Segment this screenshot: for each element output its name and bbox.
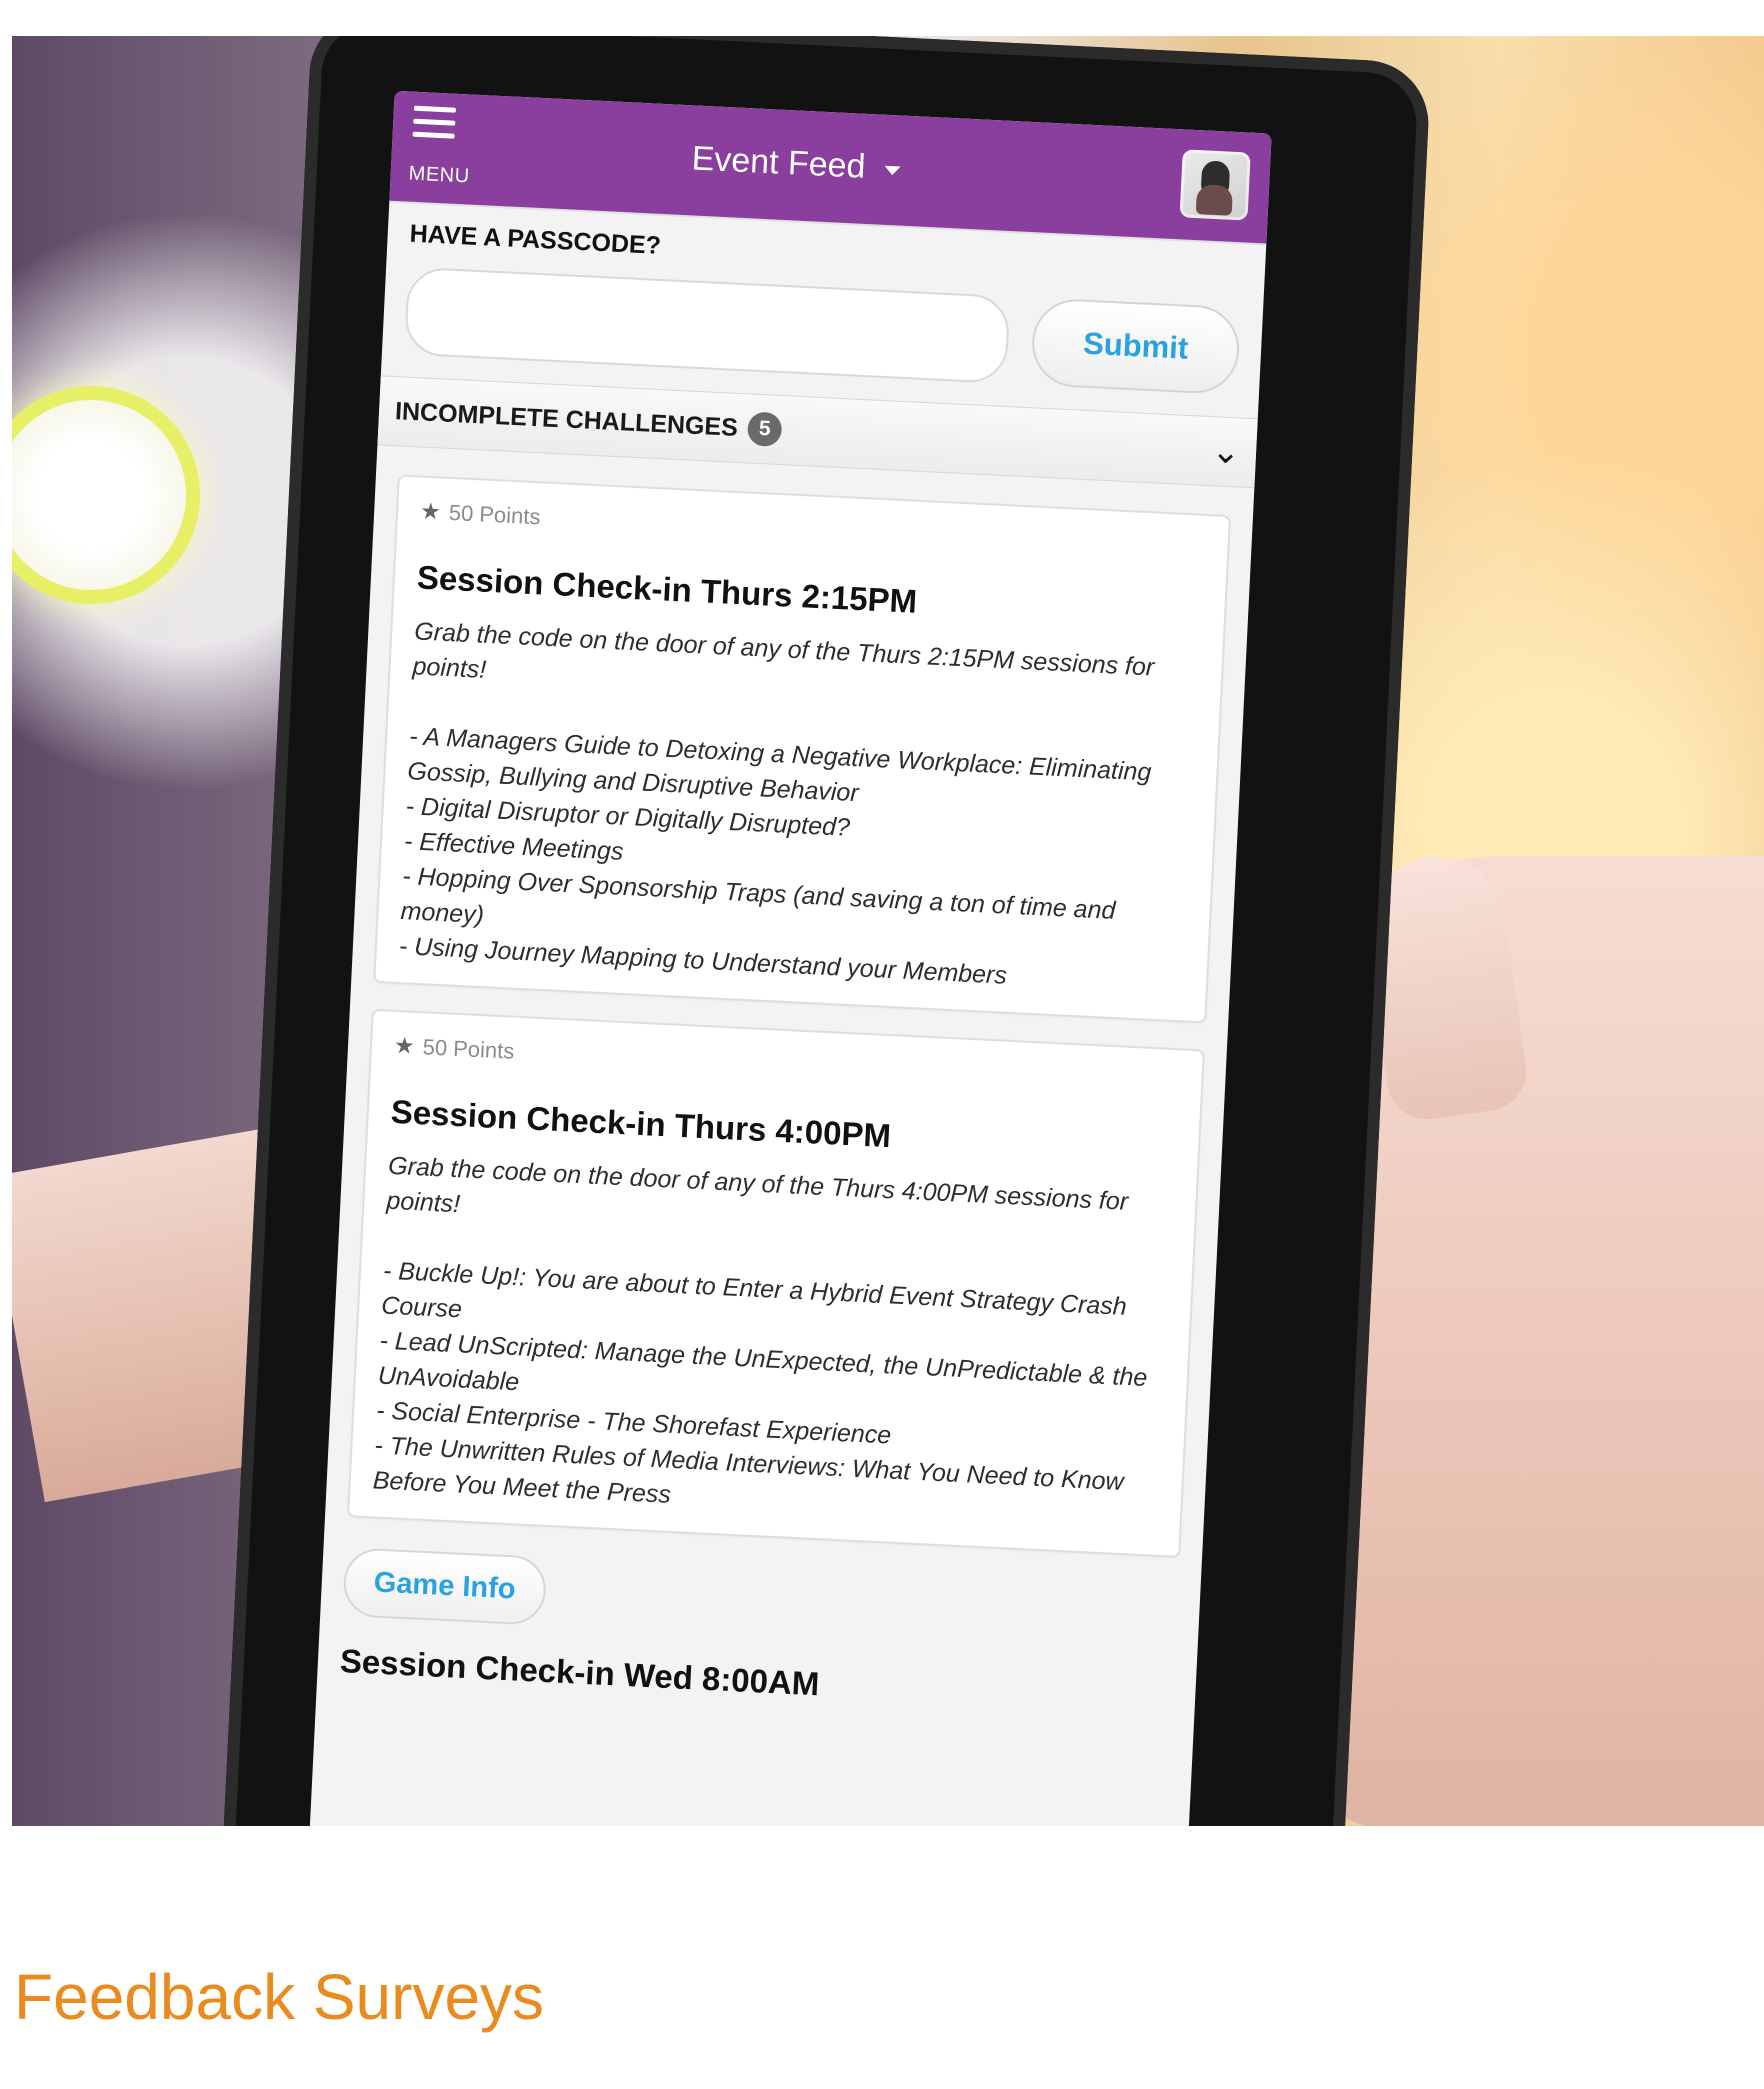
points-row: ★ 50 Points <box>393 1032 1179 1097</box>
next-challenge-title: Session Check-in Wed 8:00AM <box>339 1641 821 1703</box>
menu-label: MENU <box>408 162 471 188</box>
game-info-button[interactable]: Game Info <box>342 1547 548 1626</box>
event-feed-dropdown[interactable]: Event Feed <box>691 139 902 188</box>
hero-photo: MENU Event Feed HAVE A PASSCODE? Submit … <box>12 36 1764 1826</box>
section-caption: Feedback Surveys <box>14 1961 545 2033</box>
bokeh-light <box>12 386 200 604</box>
incomplete-challenges-header[interactable]: INCOMPLETE CHALLENGES 5 ⌄ <box>377 375 1258 489</box>
avatar[interactable] <box>1179 149 1251 221</box>
challenge-description: Grab the code on the door of any of the … <box>398 617 1155 990</box>
challenge-card: ★ 50 Points Session Check-in Thurs 2:15P… <box>373 474 1232 1024</box>
star-icon: ★ <box>419 497 442 525</box>
menu-icon-line <box>412 131 455 139</box>
challenges-count-badge: 5 <box>746 411 783 448</box>
incomplete-challenges-label: INCOMPLETE CHALLENGES <box>394 396 739 442</box>
phone-screen: MENU Event Feed HAVE A PASSCODE? Submit … <box>308 90 1272 1826</box>
points-value: 50 Points <box>422 1033 515 1064</box>
menu-icon <box>413 105 456 113</box>
menu-icon-line <box>413 118 456 126</box>
star-icon: ★ <box>393 1031 416 1059</box>
submit-button[interactable]: Submit <box>1030 297 1242 396</box>
phone-device: MENU Event Feed HAVE A PASSCODE? Submit … <box>219 36 1432 1826</box>
incomplete-challenges-title: INCOMPLETE CHALLENGES 5 <box>394 394 783 448</box>
chevron-down-icon[interactable]: ⌄ <box>1211 432 1241 471</box>
challenge-card: ★ 50 Points Session Check-in Thurs 4:00P… <box>347 1008 1205 1558</box>
caret-down-icon <box>884 165 902 176</box>
points-value: 50 Points <box>448 499 542 529</box>
main-content: HAVE A PASSCODE? Submit INCOMPLETE CHALL… <box>317 201 1266 1722</box>
challenge-description: Grab the code on the door of any of the … <box>372 1151 1148 1509</box>
passcode-row: Submit <box>403 266 1242 396</box>
passcode-input[interactable] <box>403 266 1011 384</box>
event-feed-title: Event Feed <box>690 139 867 186</box>
points-row: ★ 50 Points <box>420 498 1206 563</box>
menu-button[interactable]: MENU <box>404 105 498 189</box>
